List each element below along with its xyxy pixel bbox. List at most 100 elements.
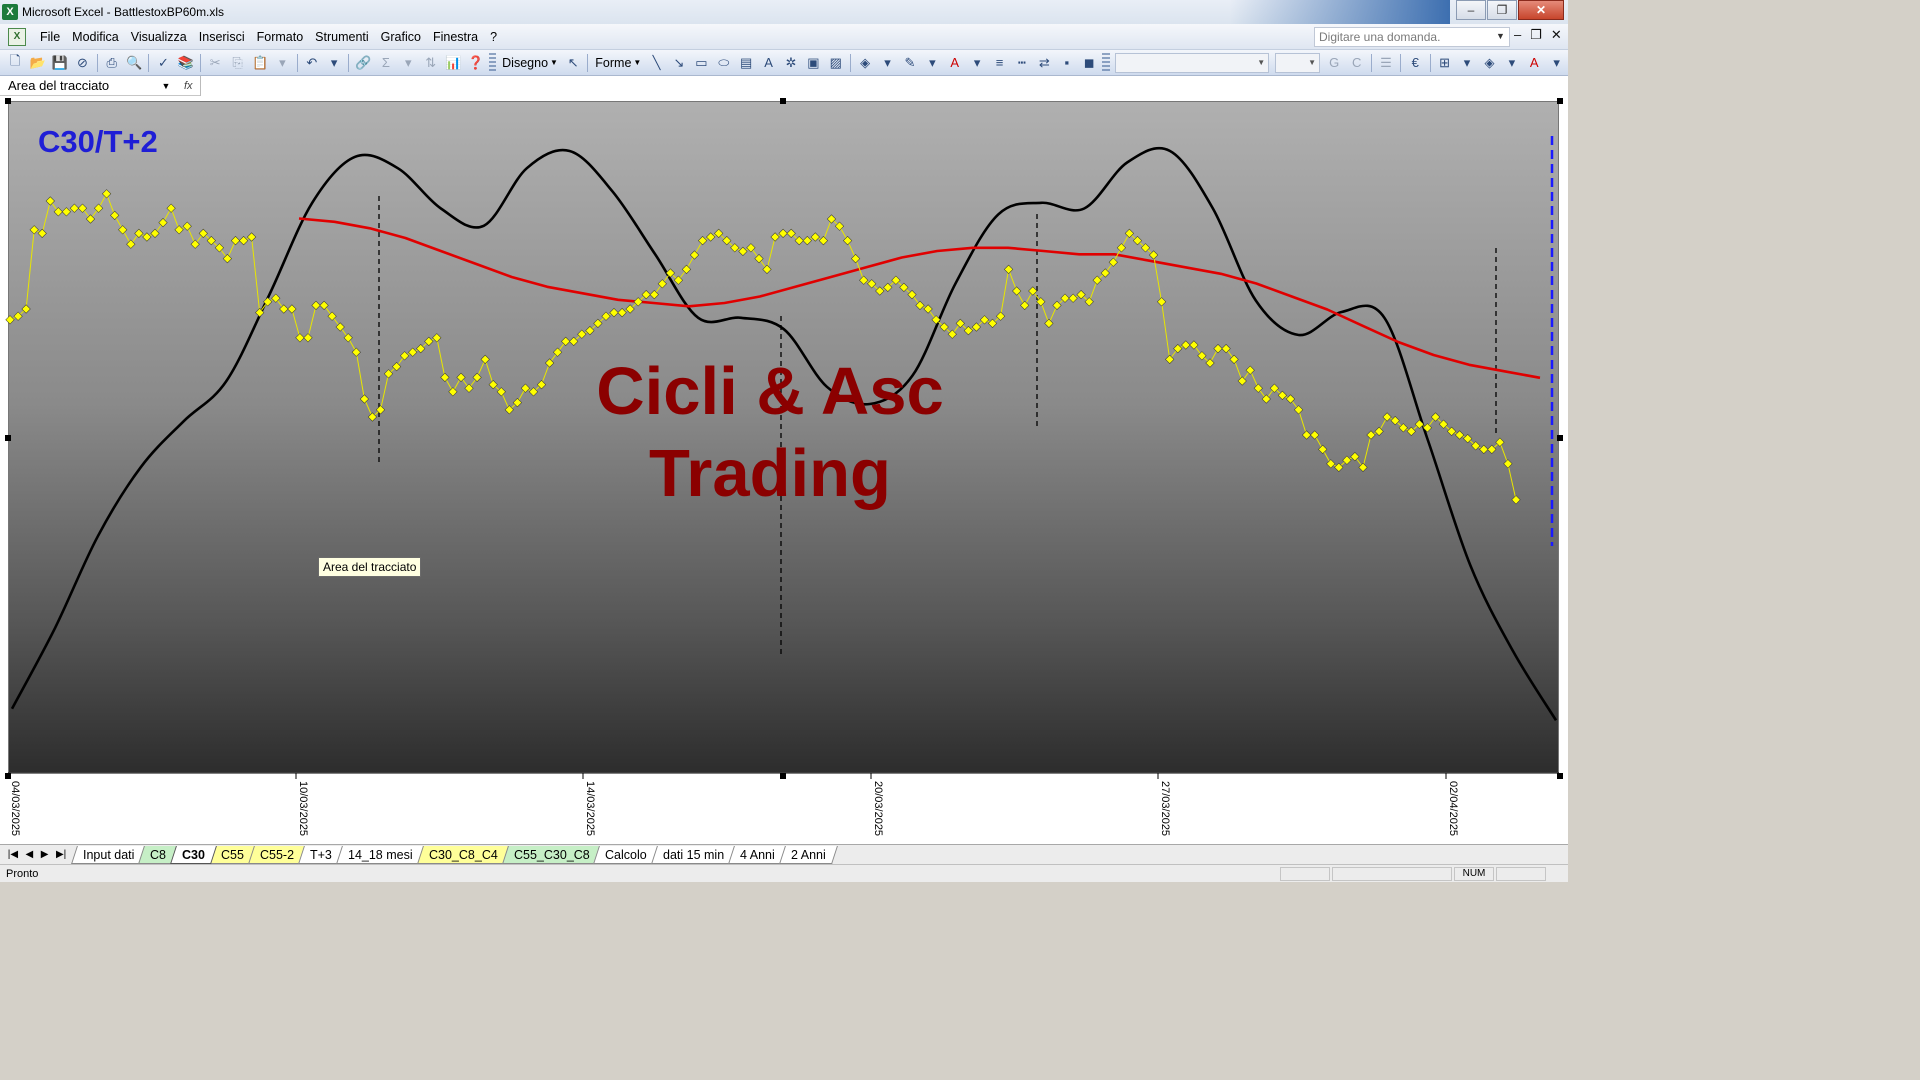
bold-icon[interactable]: G [1324, 52, 1344, 74]
copy-icon[interactable]: ⎘ [227, 52, 247, 74]
font-name-combo[interactable]: ▼ [1114, 52, 1270, 73]
euro-icon[interactable]: € [1405, 52, 1425, 74]
doc-close-icon[interactable]: ✕ [1551, 27, 1562, 43]
sheet-tab[interactable]: Calcolo [593, 845, 660, 864]
resize-handle[interactable] [780, 98, 786, 104]
workbook-icon[interactable]: X [8, 27, 26, 46]
name-box[interactable]: Area del tracciato [0, 76, 148, 95]
sort-icon[interactable]: ⇅ [421, 52, 441, 74]
diagram-icon[interactable]: ✲ [781, 52, 801, 74]
prev-sheet-icon[interactable]: ◀ [26, 849, 34, 860]
undo-dropdown-icon[interactable]: ▾ [324, 52, 344, 74]
text-color-dropdown-icon[interactable]: ▾ [1546, 52, 1566, 74]
dash-style-icon[interactable]: ┅ [1012, 52, 1032, 74]
save-icon[interactable]: 💾 [50, 52, 70, 74]
ask-question-input[interactable]: Digitare una domanda. [1314, 27, 1510, 47]
select-objects-icon[interactable]: ↖ [563, 52, 583, 74]
clipart-icon[interactable]: ▣ [803, 52, 823, 74]
menu-file[interactable]: File [34, 30, 66, 44]
resize-handle[interactable] [5, 773, 11, 779]
minimize-button[interactable]: ‒ [1456, 0, 1486, 20]
textbox-icon[interactable]: ▤ [736, 52, 756, 74]
sheet-tab[interactable]: C55-2 [248, 845, 307, 864]
maximize-button[interactable]: ❐ [1487, 0, 1517, 20]
chart-area[interactable]: 04/03/2025 10/03/2025 14/03/2025 20/03/2025… [0, 96, 1568, 844]
resize-handle[interactable] [1557, 773, 1563, 779]
research-icon[interactable]: 📚 [176, 52, 196, 74]
align-icon[interactable]: ☰ [1376, 52, 1396, 74]
rectangle-icon[interactable]: ▭ [691, 52, 711, 74]
menu-formato[interactable]: Formato [251, 30, 310, 44]
line-style-icon[interactable]: ≡ [989, 52, 1009, 74]
fill-icon[interactable]: ◈ [1479, 52, 1499, 74]
autosum-icon[interactable]: Σ [376, 52, 396, 74]
toolbar-grip[interactable] [488, 52, 497, 73]
sheet-tab[interactable]: C30 [170, 845, 218, 864]
autosum-dropdown-icon[interactable]: ▾ [398, 52, 418, 74]
arrow-style-icon[interactable]: ⇄ [1034, 52, 1054, 74]
arrow-icon[interactable]: ↘ [669, 52, 689, 74]
menu-modifica[interactable]: Modifica [66, 30, 125, 44]
fill-color-dropdown-icon[interactable]: ▾ [877, 52, 897, 74]
resize-handle[interactable] [1557, 98, 1563, 104]
borders-dropdown-icon[interactable]: ▾ [1457, 52, 1477, 74]
menu-grafico[interactable]: Grafico [375, 30, 427, 44]
3d-icon[interactable]: ◼ [1079, 52, 1099, 74]
autoshapes-menu-button[interactable]: Forme ▼ [591, 56, 645, 70]
menu-help[interactable]: ? [484, 30, 503, 44]
sheet-tab[interactable]: Input dati [71, 845, 147, 864]
last-sheet-icon[interactable]: ▶| [56, 849, 66, 860]
sheet-tab[interactable]: 14_18 mesi [336, 845, 425, 864]
fill-dropdown-icon[interactable]: ▾ [1502, 52, 1522, 74]
resize-handle[interactable] [1557, 435, 1563, 441]
menu-inserisci[interactable]: Inserisci [193, 30, 251, 44]
sheet-tab[interactable]: C30_C8_C4 [416, 845, 510, 864]
font-color-icon[interactable]: A [945, 52, 965, 74]
print-icon[interactable]: ⎙ [102, 52, 122, 74]
draw-menu-button[interactable]: Disegno ▼ [498, 56, 562, 70]
sheet-tab[interactable]: 2 Anni [779, 845, 838, 864]
next-sheet-icon[interactable]: ▶ [41, 849, 49, 860]
text-color-icon[interactable]: A [1524, 52, 1544, 74]
line-color-dropdown-icon[interactable]: ▾ [922, 52, 942, 74]
shadow-icon[interactable]: ▪ [1057, 52, 1077, 74]
resize-handle[interactable] [5, 98, 11, 104]
permission-icon[interactable]: ⊘ [72, 52, 92, 74]
fx-icon[interactable]: fx [184, 80, 198, 92]
open-icon[interactable]: 📂 [27, 52, 47, 74]
font-color-dropdown-icon[interactable]: ▾ [967, 52, 987, 74]
menu-strumenti[interactable]: Strumenti [309, 30, 375, 44]
resize-handle[interactable] [5, 435, 11, 441]
toolbar-grip-2[interactable] [1102, 52, 1110, 73]
oval-icon[interactable]: ⬭ [714, 52, 734, 74]
chart-wizard-icon[interactable]: 📊 [443, 52, 463, 74]
doc-restore-icon[interactable]: ❐ [1530, 27, 1542, 43]
picture-icon[interactable]: ▨ [826, 52, 846, 74]
resize-handle[interactable] [780, 773, 786, 779]
hyperlink-icon[interactable]: 🔗 [353, 52, 373, 74]
new-icon[interactable]: 🗋 [5, 52, 25, 74]
spelling-icon[interactable]: ✓ [153, 52, 173, 74]
sheet-tab[interactable]: 4 Anni [728, 845, 787, 864]
close-button[interactable]: ✕ [1518, 0, 1564, 20]
fill-color-icon[interactable]: ◈ [855, 52, 875, 74]
menu-visualizza[interactable]: Visualizza [125, 30, 193, 44]
borders-icon[interactable]: ⊞ [1434, 52, 1454, 74]
italic-icon[interactable]: C [1346, 52, 1366, 74]
font-size-combo[interactable]: ▼ [1275, 52, 1321, 73]
help-icon[interactable]: ❓ [465, 52, 485, 74]
excel-icon[interactable]: X [2, 4, 18, 20]
first-sheet-icon[interactable]: |◀ [8, 849, 18, 860]
chevron-down-icon[interactable]: ▼ [1496, 31, 1505, 41]
undo-icon[interactable]: ↶ [302, 52, 322, 74]
menu-finestra[interactable]: Finestra [427, 30, 484, 44]
sheet-tab[interactable]: dati 15 min [651, 845, 737, 864]
paste-dropdown-icon[interactable]: ▾ [272, 52, 292, 74]
doc-minimize-icon[interactable]: ‒ [1514, 27, 1521, 43]
line-icon[interactable]: ╲ [646, 52, 666, 74]
wordart-icon[interactable]: A [758, 52, 778, 74]
name-box-dropdown-icon[interactable]: ▼ [148, 77, 184, 95]
print-preview-icon[interactable]: 🔍 [124, 52, 144, 74]
formula-input[interactable] [200, 76, 1568, 96]
paste-icon[interactable]: 📋 [250, 52, 270, 74]
